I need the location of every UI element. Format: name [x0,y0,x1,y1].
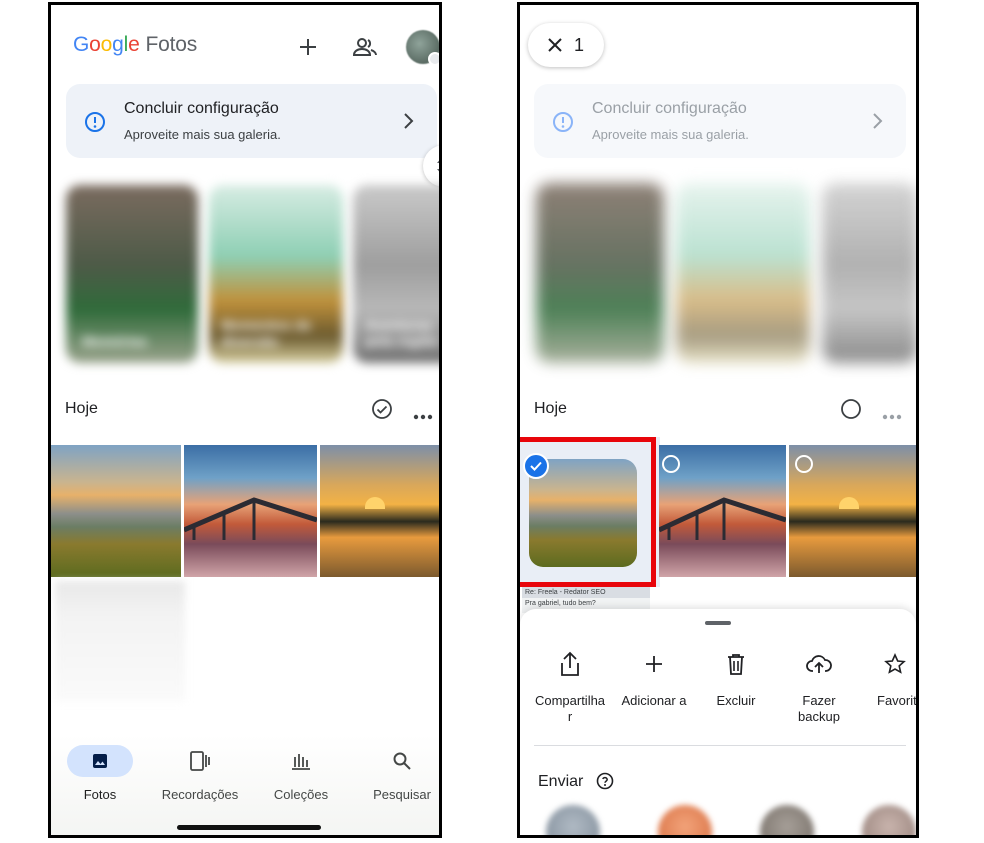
add-icon[interactable] [294,33,322,61]
day-heading: Hoje [534,400,567,417]
chevron-right-icon [403,112,415,135]
home-indicator[interactable] [177,825,321,830]
memory-card-2[interactable]: Momentos de diversão [209,185,343,363]
info-icon [552,111,574,138]
shared-people-icon[interactable] [351,33,379,61]
selection-count-pill[interactable]: 1 [528,23,604,67]
email-subject: Re: Freela - Redator SEO [522,587,650,598]
account-avatar[interactable] [406,30,439,66]
nav-label: Fotos [83,787,117,802]
nav-label: Recordações [161,787,239,802]
share-action[interactable]: Compartilha r [527,649,613,725]
google-photos-logo: Google Fotos [73,33,198,56]
nav-label: Coleções [273,787,329,802]
add-to-action[interactable]: Adicionar a [611,649,697,708]
nav-item-pesquisar[interactable]: Pesquisar [357,745,439,802]
setup-card[interactable]: Concluir configuração Aproveite mais sua… [66,84,437,158]
nav-item-colecoes[interactable]: Coleções [256,745,346,802]
photo-icon [93,754,107,768]
select-day-circle-icon[interactable] [840,398,862,425]
favorite-action[interactable]: Favorit [863,649,917,708]
select-circle-icon[interactable] [662,455,680,473]
photo-thumbnail-sunrise[interactable] [51,445,181,577]
trash-icon [728,654,744,675]
sort-arrows-icon [437,160,439,172]
more-options-icon[interactable] [882,407,902,425]
more-options-icon[interactable] [413,407,433,425]
help-icon[interactable] [596,772,614,795]
bottom-navigation: Fotos Recordações Coleções Pesquisar [51,735,439,835]
setup-card-subtitle: Aproveite mais sua galeria. [592,127,749,142]
memory-card-3[interactable]: Aventuras pela região [353,185,439,363]
action-label: Favorit [877,693,917,708]
memory-caption: Memórias [82,333,148,349]
contact-avatar[interactable] [760,805,814,835]
setup-card[interactable]: Concluir configuração Aproveite mais sua… [534,84,906,158]
sheet-divider [534,745,906,746]
memory-caption: Momentos de diversão [221,317,312,349]
action-label: Excluir [716,693,756,708]
cloud-upload-icon [806,655,832,673]
nav-item-recordacoes[interactable]: Recordações [155,745,245,802]
photo-thumbnail-sunset[interactable] [789,445,916,577]
memory-caption: Aventuras pela região [365,317,439,349]
action-label: Fazer backup [798,693,840,724]
select-circle-icon[interactable] [795,455,813,473]
photo-thumbnail-bridge[interactable] [659,445,786,577]
sun-shape [365,497,385,509]
email-snippet: Pra gabriel, tudo bem? [525,600,596,607]
info-icon [84,111,106,138]
setup-card-title: Concluir configuração [124,100,279,117]
bridge-silhouette [659,497,786,540]
action-label: Adicionar a [621,693,687,708]
memories-icon [190,751,210,771]
day-heading: Hoje [65,400,98,417]
selection-count: 1 [573,34,584,55]
collections-icon [292,754,310,770]
nav-active-indicator [67,745,133,777]
sun-shape [839,497,859,509]
email-screenshot-thumbnail[interactable] [55,581,185,701]
contact-avatar[interactable] [546,805,600,835]
share-icon [561,651,579,676]
nav-label: Pesquisar [373,787,431,802]
bridge-silhouette [184,497,317,540]
star-icon [884,653,906,674]
chevron-right-icon [872,112,884,135]
sheet-drag-handle[interactable] [705,621,731,625]
setup-card-subtitle: Aproveite mais sua galeria. [124,127,281,142]
select-all-check-icon[interactable] [371,398,393,425]
setup-card-title: Concluir configuração [592,100,747,117]
action-label: Compartilha r [534,693,606,724]
action-bottom-sheet: Compartilha r Adicionar a Excluir Fazer … [520,609,917,835]
selected-check-icon[interactable] [523,453,549,479]
phone-screen-gallery: Google Fotos Concluir configuração Aprove… [48,2,442,838]
delete-action[interactable]: Excluir [693,649,779,708]
avatar-status-dot [428,52,439,66]
contact-avatar[interactable] [862,805,916,835]
send-section-title: Enviar [538,773,584,790]
backup-action[interactable]: Fazer backup [776,649,862,725]
contact-avatar[interactable] [658,805,712,835]
add-icon [646,656,662,672]
photo-thumbnail-bridge[interactable] [184,445,317,577]
search-icon [393,752,411,770]
memory-card-1 [536,183,664,363]
close-icon[interactable] [548,38,562,52]
memory-card-1[interactable]: Memórias [66,185,198,363]
memory-card-2 [676,183,810,363]
memory-card-3 [822,183,916,363]
photo-thumbnail-sunset[interactable] [320,445,439,577]
nav-item-fotos[interactable]: Fotos [55,745,145,802]
phone-screen-selection: 1 Concluir configuração Aproveite mais s… [517,2,919,838]
